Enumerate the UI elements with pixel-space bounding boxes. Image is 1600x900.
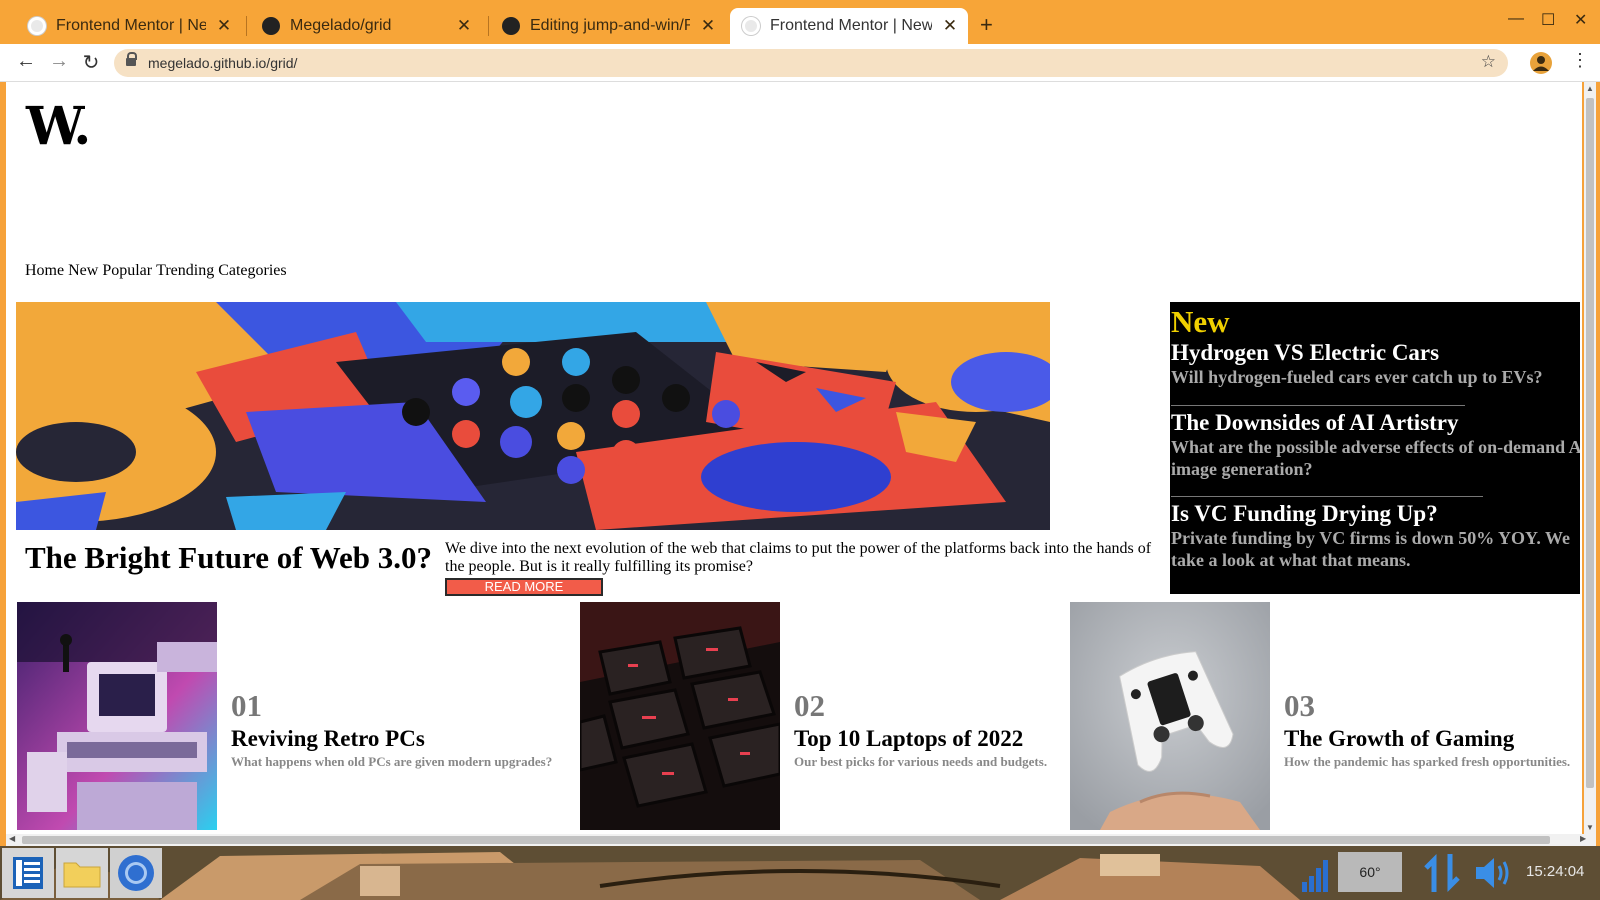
menu-kebab-icon[interactable]: ⋮ (1571, 50, 1589, 71)
url-text[interactable]: megelado.github.io/grid/ (148, 55, 297, 71)
github-icon (502, 17, 520, 35)
new-item[interactable]: The Downsides of AI Artistry What are th… (1171, 410, 1580, 480)
tab-separator (246, 16, 247, 36)
card-description: How the pandemic has sparked fresh oppor… (1284, 754, 1571, 769)
card-number: 01 (231, 688, 262, 723)
card-title[interactable]: The Growth of Gaming (1284, 726, 1514, 752)
back-arrow-icon[interactable]: ← (14, 50, 38, 73)
vertical-scrollbar[interactable]: ▲ ▼ (1584, 82, 1596, 834)
tab-frontend-mentor-active[interactable]: Frontend Mentor | News h ✕ (730, 8, 968, 44)
nav-item-home[interactable]: Home (25, 262, 64, 280)
new-item-title[interactable]: The Downsides of AI Artistry (1171, 410, 1580, 436)
window-close-button[interactable]: ✕ (1574, 10, 1587, 30)
lock-icon (126, 52, 137, 69)
forward-arrow-icon[interactable]: → (47, 50, 71, 73)
system-clock[interactable]: 15:24:04 (1526, 863, 1584, 880)
game-controller-image (1070, 602, 1270, 830)
new-item-desc: Private funding by VC firms is down 50% … (1171, 528, 1571, 570)
cpu-monitor-icon[interactable] (1300, 854, 1330, 892)
scroll-left-icon[interactable]: ◀ (9, 834, 15, 843)
frontend-mentor-icon (742, 17, 760, 35)
tab-title: Frontend Mentor | News h (56, 17, 206, 34)
card-description: Our best picks for various needs and bud… (794, 754, 1048, 769)
divider (1171, 496, 1483, 497)
frontend-mentor-icon (28, 17, 46, 35)
article-card[interactable]: 02 Top 10 Laptops of 2022 Our best picks… (580, 602, 1060, 830)
scroll-right-icon[interactable]: ▶ (1580, 834, 1586, 843)
scrollbar-thumb[interactable] (1586, 98, 1594, 788)
nav-item-new[interactable]: New (68, 262, 98, 280)
article-card[interactable]: 01 Reviving Retro PCs What happens when … (17, 602, 577, 830)
close-icon[interactable]: ✕ (216, 16, 232, 36)
bookmark-star-icon[interactable]: ☆ (1481, 52, 1496, 72)
close-icon[interactable]: ✕ (700, 16, 716, 36)
maximize-button[interactable]: ☐ (1541, 10, 1555, 30)
card-title[interactable]: Reviving Retro PCs (231, 726, 425, 752)
browser-toolbar: ← → ↻ megelado.github.io/grid/ ☆ ⋮ (0, 44, 1600, 82)
main-nav: Home New Popular Trending Categories (25, 262, 287, 280)
address-bar[interactable]: megelado.github.io/grid/ ☆ (114, 49, 1508, 77)
scroll-down-icon[interactable]: ▼ (1584, 823, 1596, 832)
new-item-desc: Will hydrogen-fueled cars ever catch up … (1171, 367, 1543, 387)
nav-item-categories[interactable]: Categories (218, 262, 286, 280)
card-description: What happens when old PCs are given mode… (231, 754, 553, 769)
new-item[interactable]: Is VC Funding Drying Up? Private funding… (1171, 501, 1580, 571)
minimize-button[interactable]: — (1508, 10, 1524, 28)
nav-item-trending[interactable]: Trending (156, 262, 214, 280)
retro-pc-image (17, 602, 217, 830)
horizontal-scrollbar[interactable]: ◀ ▶ (6, 834, 1596, 846)
close-icon[interactable]: ✕ (942, 16, 958, 36)
keyboard-image (580, 602, 780, 830)
network-transfer-icon[interactable] (1422, 852, 1462, 894)
close-icon[interactable]: ✕ (456, 16, 472, 36)
browser-tab-bar: Frontend Mentor | News h ✕ Megelado/grid… (0, 0, 1600, 44)
tab-github-editing[interactable]: Editing jump-and-win/RE ✕ (490, 8, 726, 44)
hero-title: The Bright Future of Web 3.0? (25, 540, 433, 575)
card-number: 02 (794, 688, 825, 723)
os-taskbar: 60° 15:24:04 (0, 846, 1600, 900)
new-heading: New (1171, 304, 1230, 339)
nav-item-popular[interactable]: Popular (102, 262, 152, 280)
new-item-title[interactable]: Hydrogen VS Electric Cars (1171, 340, 1580, 366)
new-item[interactable]: Hydrogen VS Electric Cars Will hydrogen-… (1171, 340, 1580, 388)
new-tab-button[interactable]: + (980, 12, 993, 38)
card-number: 03 (1284, 688, 1315, 723)
article-card[interactable]: 03 The Growth of Gaming How the pandemic… (1070, 602, 1580, 830)
tab-separator (488, 16, 489, 36)
volume-icon[interactable] (1474, 856, 1512, 890)
app-launcher-button[interactable] (2, 848, 54, 898)
divider (1171, 405, 1465, 406)
read-more-button[interactable]: READ MORE (445, 578, 603, 596)
chromium-icon (118, 855, 154, 891)
scrollbar-thumb[interactable] (22, 836, 1550, 844)
hero-description: We dive into the next evolution of the w… (445, 540, 1152, 575)
tab-title: Megelado/grid (290, 17, 392, 34)
hero-image (16, 302, 1050, 530)
github-icon (262, 17, 280, 35)
weather-widget[interactable]: 60° (1338, 852, 1402, 892)
profile-avatar-icon[interactable] (1530, 52, 1552, 74)
chromium-taskbar-button[interactable] (110, 848, 162, 898)
tab-title: Frontend Mentor | News h (770, 17, 932, 34)
folder-icon (63, 862, 101, 888)
tab-github-grid[interactable]: Megelado/grid ✕ (250, 8, 482, 44)
card-title[interactable]: Top 10 Laptops of 2022 (794, 726, 1023, 752)
new-item-title[interactable]: Is VC Funding Drying Up? (1171, 501, 1580, 527)
page-viewport: W. Home New Popular Trending Categories (6, 82, 1582, 834)
reload-icon[interactable]: ↻ (79, 50, 103, 75)
file-manager-button[interactable] (56, 848, 108, 898)
scroll-up-icon[interactable]: ▲ (1584, 84, 1596, 93)
new-articles-panel: New Hydrogen VS Electric Cars Will hydro… (1170, 302, 1580, 594)
tab-frontend-mentor-1[interactable]: Frontend Mentor | News h ✕ (16, 8, 242, 44)
tab-title: Editing jump-and-win/RE (530, 17, 690, 34)
new-item-desc: What are the possible adverse effects of… (1171, 437, 1580, 479)
site-logo[interactable]: W. (26, 96, 91, 157)
menu-icon (13, 857, 43, 889)
